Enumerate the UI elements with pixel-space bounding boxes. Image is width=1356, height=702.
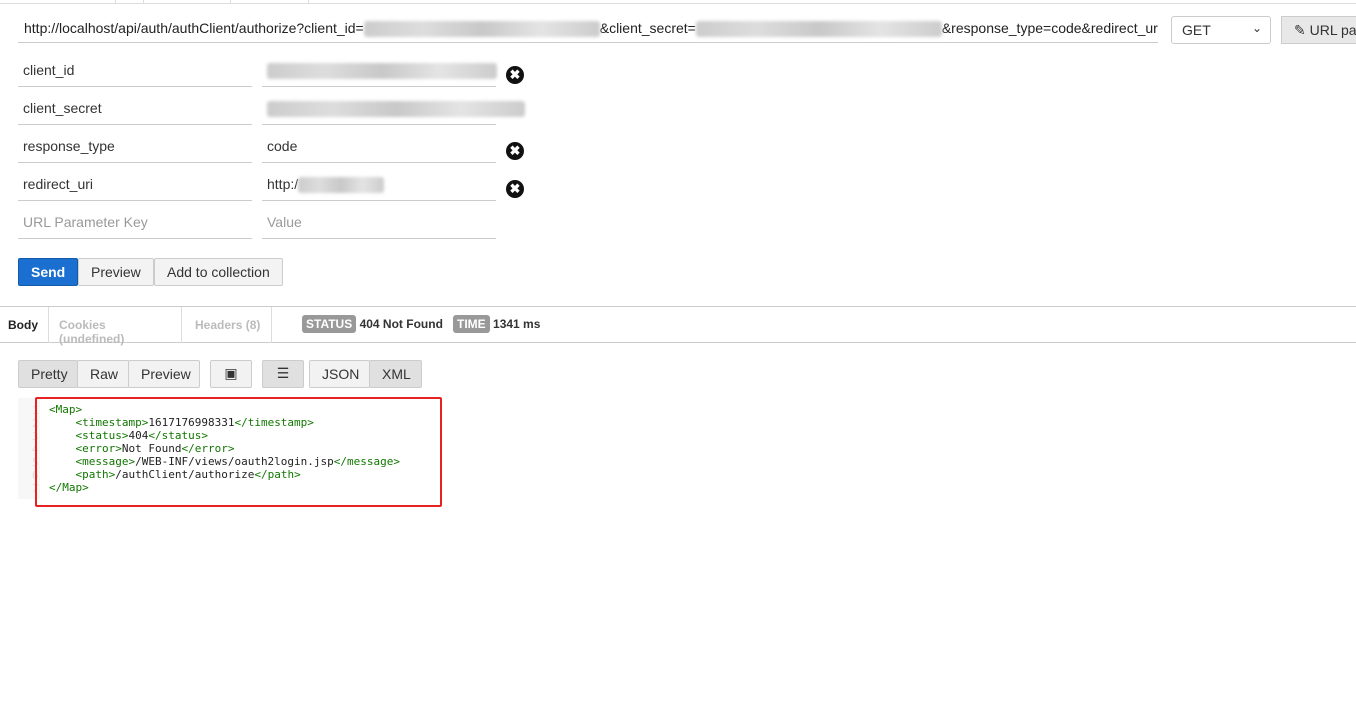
redacted bbox=[267, 101, 525, 118]
status-badge: STATUS bbox=[302, 315, 357, 333]
method-select[interactable]: GET ⌄ bbox=[1171, 16, 1271, 44]
method-value: GET bbox=[1182, 22, 1211, 38]
url-text: &client_secret= bbox=[599, 20, 696, 36]
send-button[interactable]: Send bbox=[18, 258, 79, 286]
param-row-new: URL Parameter Key Value bbox=[18, 209, 538, 239]
url-text: http://localhost/api/auth/authClient/aut… bbox=[24, 20, 364, 36]
preview-button[interactable]: Preview bbox=[78, 258, 154, 286]
status-text: 404 Not Found bbox=[359, 317, 443, 331]
param-key-input[interactable]: URL Parameter Key bbox=[18, 209, 252, 239]
highlight-box bbox=[35, 397, 442, 507]
param-value[interactable]: code bbox=[262, 133, 496, 163]
redacted bbox=[298, 177, 385, 194]
url-params-label: URL pa bbox=[1309, 22, 1356, 38]
remove-param-icon[interactable]: ✖ bbox=[506, 180, 524, 198]
wrap-lines-icon[interactable]: ☰ bbox=[262, 360, 304, 388]
chevron-down-icon: ⌄ bbox=[1251, 21, 1262, 35]
param-key[interactable]: redirect_uri bbox=[18, 171, 252, 201]
time-text: 1341 ms bbox=[493, 317, 541, 331]
redacted bbox=[695, 21, 942, 38]
redacted bbox=[363, 21, 600, 38]
param-value-text: http:/ bbox=[267, 176, 299, 192]
status-display: STATUS 404 Not Found bbox=[302, 315, 443, 333]
url-text: &response_type=code&redirect_uri=http:/ bbox=[941, 20, 1158, 36]
remove-param-icon[interactable]: ✖ bbox=[506, 142, 524, 160]
param-key[interactable]: client_id bbox=[18, 57, 252, 87]
url-params-button[interactable]: ✎ URL pa bbox=[1281, 16, 1356, 44]
param-value[interactable] bbox=[262, 57, 497, 87]
param-value[interactable]: http:/ bbox=[262, 171, 496, 201]
param-row: response_type code ✖ bbox=[18, 133, 538, 163]
param-value[interactable] bbox=[262, 95, 525, 125]
param-key[interactable]: client_secret bbox=[18, 95, 252, 125]
xml-button[interactable]: XML bbox=[369, 360, 422, 388]
tab-headers[interactable]: Headers (8) bbox=[182, 307, 272, 343]
json-button[interactable]: JSON bbox=[309, 360, 370, 388]
add-to-collection-button[interactable]: Add to collection bbox=[154, 258, 283, 286]
param-row: redirect_uri http:/ ✖ bbox=[18, 171, 538, 201]
param-row: client_secret bbox=[18, 95, 538, 125]
tab-body[interactable]: Body bbox=[0, 307, 49, 343]
edit-icon: ✎ bbox=[1294, 22, 1310, 38]
param-row: client_id ✖ bbox=[18, 57, 538, 87]
param-key[interactable]: response_type bbox=[18, 133, 252, 163]
param-value-input[interactable]: Value bbox=[262, 209, 496, 239]
raw-button[interactable]: Raw bbox=[77, 360, 129, 388]
preview-view-button[interactable]: Preview bbox=[128, 360, 200, 388]
redacted bbox=[267, 63, 497, 80]
pretty-button[interactable]: Pretty bbox=[18, 360, 78, 388]
top-tabs bbox=[0, 0, 1356, 4]
tab-cookies[interactable]: Cookies (undefined) bbox=[49, 307, 182, 346]
remove-param-icon[interactable]: ✖ bbox=[506, 66, 524, 84]
fullscreen-icon[interactable]: ▣ bbox=[210, 360, 252, 388]
time-badge: TIME bbox=[453, 315, 490, 333]
time-display: TIME 1341 ms bbox=[453, 315, 541, 333]
response-bar: Body Cookies (undefined) Headers (8) STA… bbox=[0, 306, 1356, 346]
url-input[interactable]: http://localhost/api/auth/authClient/aut… bbox=[18, 16, 1158, 43]
